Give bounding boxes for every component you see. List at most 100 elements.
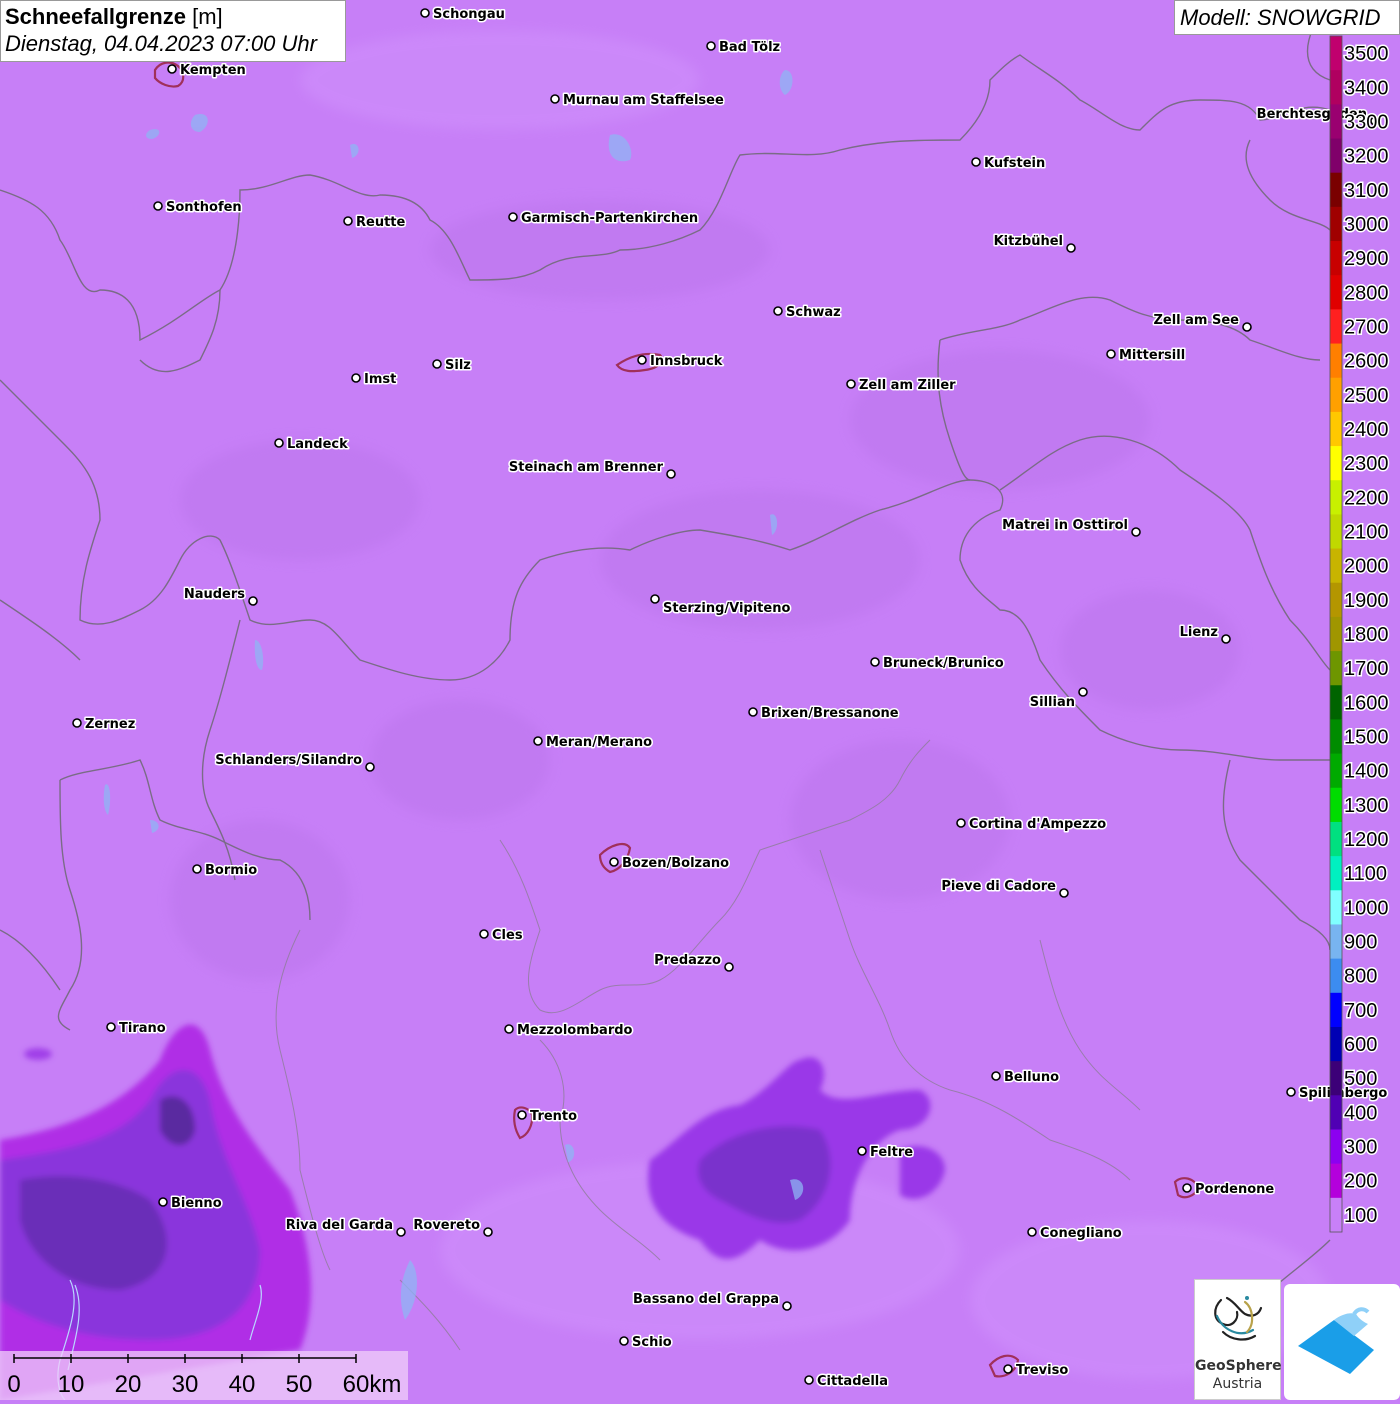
city-label: Reutte — [356, 215, 406, 230]
legend-label: 2000 — [1344, 556, 1389, 578]
city-label: Schlanders/Silandro — [215, 753, 362, 768]
title-box: Schneefallgrenze [m] Dienstag, 04.04.202… — [0, 0, 346, 62]
legend-label: 2700 — [1344, 316, 1389, 338]
city-label: Murnau am Staffelsee — [563, 93, 724, 108]
city-label: Matrei in Osttirol — [1002, 518, 1128, 533]
city-label: Rovereto — [413, 1218, 480, 1233]
geosphere-logo[interactable]: GeoSphere Austria — [1194, 1279, 1282, 1400]
legend-label: 3100 — [1344, 180, 1389, 202]
legend-label: 3400 — [1344, 77, 1389, 99]
city-marker-icon — [365, 762, 375, 772]
city-label: Bad Tölz — [719, 40, 780, 55]
legend-label: 1900 — [1344, 590, 1389, 612]
city-marker-icon — [274, 438, 284, 448]
city-label: Innsbruck — [650, 354, 723, 369]
scale-bar-overlay: 0 10 20 30 40 50 60km — [7, 1354, 402, 1398]
legend-swatch — [1330, 787, 1342, 823]
city-label: Nauders — [184, 587, 245, 602]
city-7: Garmisch-Partenkirchen — [508, 210, 700, 228]
city-29: Cortina d'Ampezzo — [956, 816, 1108, 834]
city-49: Cittadella — [804, 1373, 890, 1391]
city-marker-icon — [106, 1022, 116, 1032]
city-label: Predazzo — [654, 953, 721, 968]
city-marker-icon — [782, 1301, 792, 1311]
city-45: Conegliano — [1027, 1225, 1123, 1243]
city-label: Tirano — [119, 1021, 166, 1036]
city-marker-icon — [724, 962, 734, 972]
city-25: Brixen/Bressanone — [748, 705, 900, 723]
legend-swatch — [1330, 377, 1342, 413]
city-30: Bozen/Bolzano — [609, 855, 731, 873]
app-logo[interactable] — [1284, 1284, 1400, 1400]
map[interactable]: Schongau Bad Tölz Kempten Murnau am Staffel… — [0, 0, 1400, 1400]
legend-label: 400 — [1344, 1102, 1377, 1124]
city-marker-icon — [650, 594, 660, 604]
city-27: Meran/Merano — [533, 734, 654, 752]
city-marker-icon — [153, 201, 163, 211]
city-marker-icon — [956, 818, 966, 828]
legend-label: 2600 — [1344, 351, 1389, 373]
city-0: Schongau — [420, 6, 506, 24]
city-label: Landeck — [287, 437, 348, 452]
legend-swatch — [1330, 924, 1342, 960]
city-label: Bruneck/Brunico — [883, 656, 1004, 671]
city-label: Cittadella — [817, 1374, 888, 1389]
legend-swatch — [1330, 480, 1342, 515]
color-legend: 3500 3400 3300 3200 3100 3000 2900 2800 2700 2600… — [1329, 35, 1390, 1233]
city-marker-icon — [483, 1227, 493, 1237]
legend-swatch — [1330, 309, 1342, 345]
legend-label: 1700 — [1344, 658, 1389, 680]
legend-swatch — [1330, 1026, 1342, 1062]
legend-swatch — [1330, 172, 1342, 208]
city-16: Zell am Ziller — [846, 377, 958, 395]
legend-label: 900 — [1344, 932, 1377, 954]
title-unit: [m] — [192, 4, 223, 29]
city-marker-icon — [550, 94, 560, 104]
city-6: Sonthofen — [153, 199, 243, 217]
city-marker-icon — [248, 596, 258, 606]
city-marker-icon — [773, 306, 783, 316]
scale-label: 20 — [115, 1371, 142, 1398]
city-label: Sillian — [1030, 695, 1075, 710]
legend-swatch — [1330, 1197, 1342, 1233]
city-36: Mezzolombardo — [504, 1022, 634, 1040]
legend-swatch — [1330, 992, 1342, 1028]
legend-label: 2500 — [1344, 385, 1389, 407]
city-label: Treviso — [1016, 1363, 1068, 1378]
city-2: Kempten — [167, 62, 247, 80]
city-23: Bruneck/Brunico — [870, 655, 1005, 673]
legend-swatch — [1330, 104, 1342, 140]
city-label: Pordenone — [1195, 1182, 1274, 1197]
city-12: Mittersill — [1106, 347, 1187, 365]
scale-label: 60km — [343, 1371, 402, 1398]
legend-swatch — [1330, 1163, 1342, 1199]
legend-swatch — [1330, 275, 1342, 310]
city-marker-icon — [846, 379, 856, 389]
city-marker-icon — [857, 1146, 867, 1156]
legend-swatch — [1330, 1095, 1342, 1130]
legend-label: 2400 — [1344, 419, 1389, 441]
city-marker-icon — [192, 864, 202, 874]
city-label: Pieve di Cadore — [941, 879, 1056, 894]
city-41: Pordenone — [1182, 1181, 1276, 1199]
city-marker-icon — [1286, 1087, 1296, 1097]
city-marker-icon — [508, 212, 518, 222]
legend-label: 700 — [1344, 1000, 1377, 1022]
city-label: Mittersill — [1119, 348, 1185, 363]
legend-label: 3500 — [1344, 43, 1389, 65]
city-label: Schongau — [433, 7, 505, 22]
city-marker-icon — [619, 1336, 629, 1346]
legend-label: 1000 — [1344, 897, 1389, 919]
scale-label: 30 — [172, 1371, 199, 1398]
legend-swatch — [1330, 651, 1342, 686]
legend-label: 1400 — [1344, 761, 1389, 783]
city-label: Feltre — [870, 1145, 913, 1160]
logo-line2: Austria — [1212, 1376, 1263, 1392]
geosphere-logo-icon — [1214, 1296, 1263, 1341]
legend-swatch — [1330, 548, 1342, 584]
legend-label: 1200 — [1344, 829, 1389, 851]
legend-label: 1500 — [1344, 727, 1389, 749]
legend-swatch — [1330, 70, 1342, 105]
legend-swatch — [1330, 1129, 1342, 1165]
city-label: Riva del Garda — [286, 1218, 393, 1233]
